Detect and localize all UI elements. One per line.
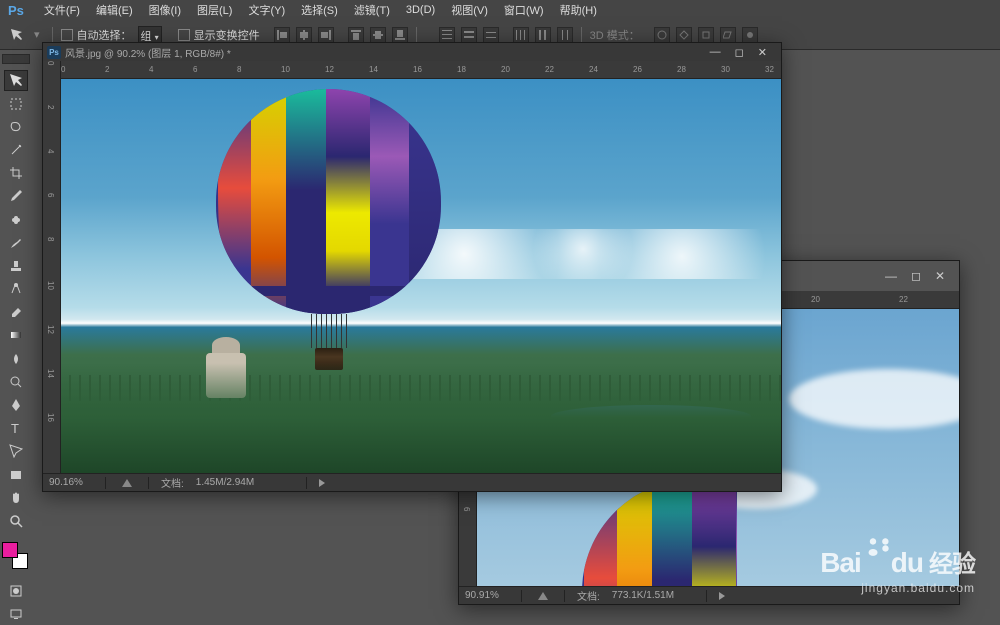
document-window-1[interactable]: Ps 风景.jpg @ 90.2% (图层 1, RGB/8#) * — ◻ ✕…: [42, 42, 782, 492]
distribute-icon-1[interactable]: [439, 27, 455, 43]
show-transform-checkbox[interactable]: [178, 29, 190, 41]
doc2-file-stat: 773.1K/1.51M: [612, 590, 674, 601]
auto-select-label: 自动选择：: [77, 27, 132, 43]
align-icon-2[interactable]: [296, 27, 312, 43]
doc1-canvas[interactable]: [61, 79, 781, 473]
doc1-ps-badge-icon: Ps: [47, 46, 61, 59]
doc2-statusbar: 90.91% 文档: 773.1K/1.51M: [459, 586, 959, 604]
doc1-expand-icon[interactable]: [122, 479, 132, 487]
auto-select-dropdown[interactable]: 组 ▾: [138, 26, 162, 44]
doc2-play-icon[interactable]: [719, 592, 725, 600]
tool-blur[interactable]: [4, 348, 28, 369]
tool-eraser[interactable]: [4, 302, 28, 323]
tools-panel: T: [0, 50, 32, 625]
doc2-expand-icon[interactable]: [538, 592, 548, 600]
tool-quickmask[interactable]: [4, 581, 28, 602]
menu-file[interactable]: 文件(F): [36, 2, 88, 18]
doc1-file-stat: 1.45M/2.94M: [196, 477, 254, 488]
show-transform-label: 显示变换控件: [194, 27, 260, 43]
menu-layer[interactable]: 图层(L): [189, 2, 240, 18]
doc1-title: 风景.jpg @ 90.2% (图层 1, RGB/8#) *: [65, 45, 231, 60]
distribute-icon-4[interactable]: [513, 27, 529, 43]
doc1-zoom-level[interactable]: 90.16%: [49, 477, 93, 488]
doc1-statusbar: 90.16% 文档: 1.45M/2.94M: [43, 473, 781, 491]
doc2-minimize-button[interactable]: —: [885, 269, 897, 283]
menu-window[interactable]: 窗口(W): [496, 2, 552, 18]
doc1-titlebar[interactable]: Ps 风景.jpg @ 90.2% (图层 1, RGB/8#) * — ◻ ✕: [43, 43, 781, 61]
tool-pen[interactable]: [4, 394, 28, 415]
tool-gradient[interactable]: [4, 325, 28, 346]
auto-select-checkbox[interactable]: [61, 29, 73, 41]
3d-icon-2[interactable]: [676, 27, 692, 43]
align-icon-5[interactable]: [370, 27, 386, 43]
distribute-icon-5[interactable]: [535, 27, 551, 43]
tool-screenmode[interactable]: [4, 604, 28, 625]
tool-path[interactable]: [4, 441, 28, 462]
tool-rect[interactable]: [4, 464, 28, 485]
tool-dodge[interactable]: [4, 371, 28, 392]
tool-lasso[interactable]: [4, 116, 28, 137]
move-tool-icon: [8, 26, 26, 44]
menu-image[interactable]: 图像(I): [141, 2, 189, 18]
tool-hand[interactable]: [4, 487, 28, 508]
3d-icon-1[interactable]: [654, 27, 670, 43]
app-logo: Ps: [8, 3, 24, 18]
tool-heal[interactable]: [4, 209, 28, 230]
doc1-play-icon[interactable]: [319, 479, 325, 487]
menu-bar: Ps 文件(F) 编辑(E) 图像(I) 图层(L) 文字(Y) 选择(S) 滤…: [0, 0, 1000, 20]
tool-eyedropper[interactable]: [4, 186, 28, 207]
distribute-icon-2[interactable]: [461, 27, 477, 43]
menu-filter[interactable]: 滤镜(T): [346, 2, 398, 18]
distribute-icon-3[interactable]: [483, 27, 499, 43]
tool-type[interactable]: T: [4, 418, 28, 439]
doc2-maximize-button[interactable]: ◻: [911, 269, 921, 283]
tool-crop[interactable]: [4, 163, 28, 184]
doc1-maximize-button[interactable]: ◻: [735, 46, 744, 59]
align-icon-3[interactable]: [318, 27, 334, 43]
align-icon-1[interactable]: [274, 27, 290, 43]
align-icon-4[interactable]: [348, 27, 364, 43]
menu-select[interactable]: 选择(S): [293, 2, 346, 18]
tool-history[interactable]: [4, 278, 28, 299]
toolbar-grip[interactable]: [2, 54, 30, 64]
tool-move[interactable]: [4, 70, 28, 91]
tool-zoom[interactable]: [4, 510, 28, 531]
tool-stamp[interactable]: [4, 255, 28, 276]
align-icon-6[interactable]: [392, 27, 408, 43]
3d-icon-3[interactable]: [698, 27, 714, 43]
distribute-icon-6[interactable]: [557, 27, 573, 43]
menu-edit[interactable]: 编辑(E): [88, 2, 141, 18]
doc2-stat-label: 文档:: [577, 588, 600, 603]
doc1-close-button[interactable]: ✕: [758, 46, 767, 59]
doc2-close-button[interactable]: ✕: [935, 269, 945, 283]
tool-marquee[interactable]: [4, 93, 28, 114]
menu-help[interactable]: 帮助(H): [552, 2, 605, 18]
doc1-stat-label: 文档:: [161, 475, 184, 490]
doc1-ruler-vertical: 0246810121416: [43, 61, 61, 473]
3d-mode-label: 3D 模式：: [590, 27, 640, 43]
tool-brush[interactable]: [4, 232, 28, 253]
foreground-color-swatch[interactable]: [2, 542, 18, 558]
svg-text:T: T: [11, 421, 19, 435]
3d-icon-5[interactable]: [742, 27, 758, 43]
3d-icon-4[interactable]: [720, 27, 736, 43]
doc2-zoom-level[interactable]: 90.91%: [465, 590, 509, 601]
doc1-minimize-button[interactable]: —: [710, 46, 721, 59]
doc1-ruler-horizontal: 02468101214161820222426283032: [61, 61, 781, 79]
color-swatches[interactable]: [2, 542, 30, 569]
menu-type[interactable]: 文字(Y): [240, 2, 293, 18]
menu-view[interactable]: 视图(V): [443, 2, 496, 18]
tool-wand[interactable]: [4, 139, 28, 160]
menu-3d[interactable]: 3D(D): [398, 4, 443, 16]
